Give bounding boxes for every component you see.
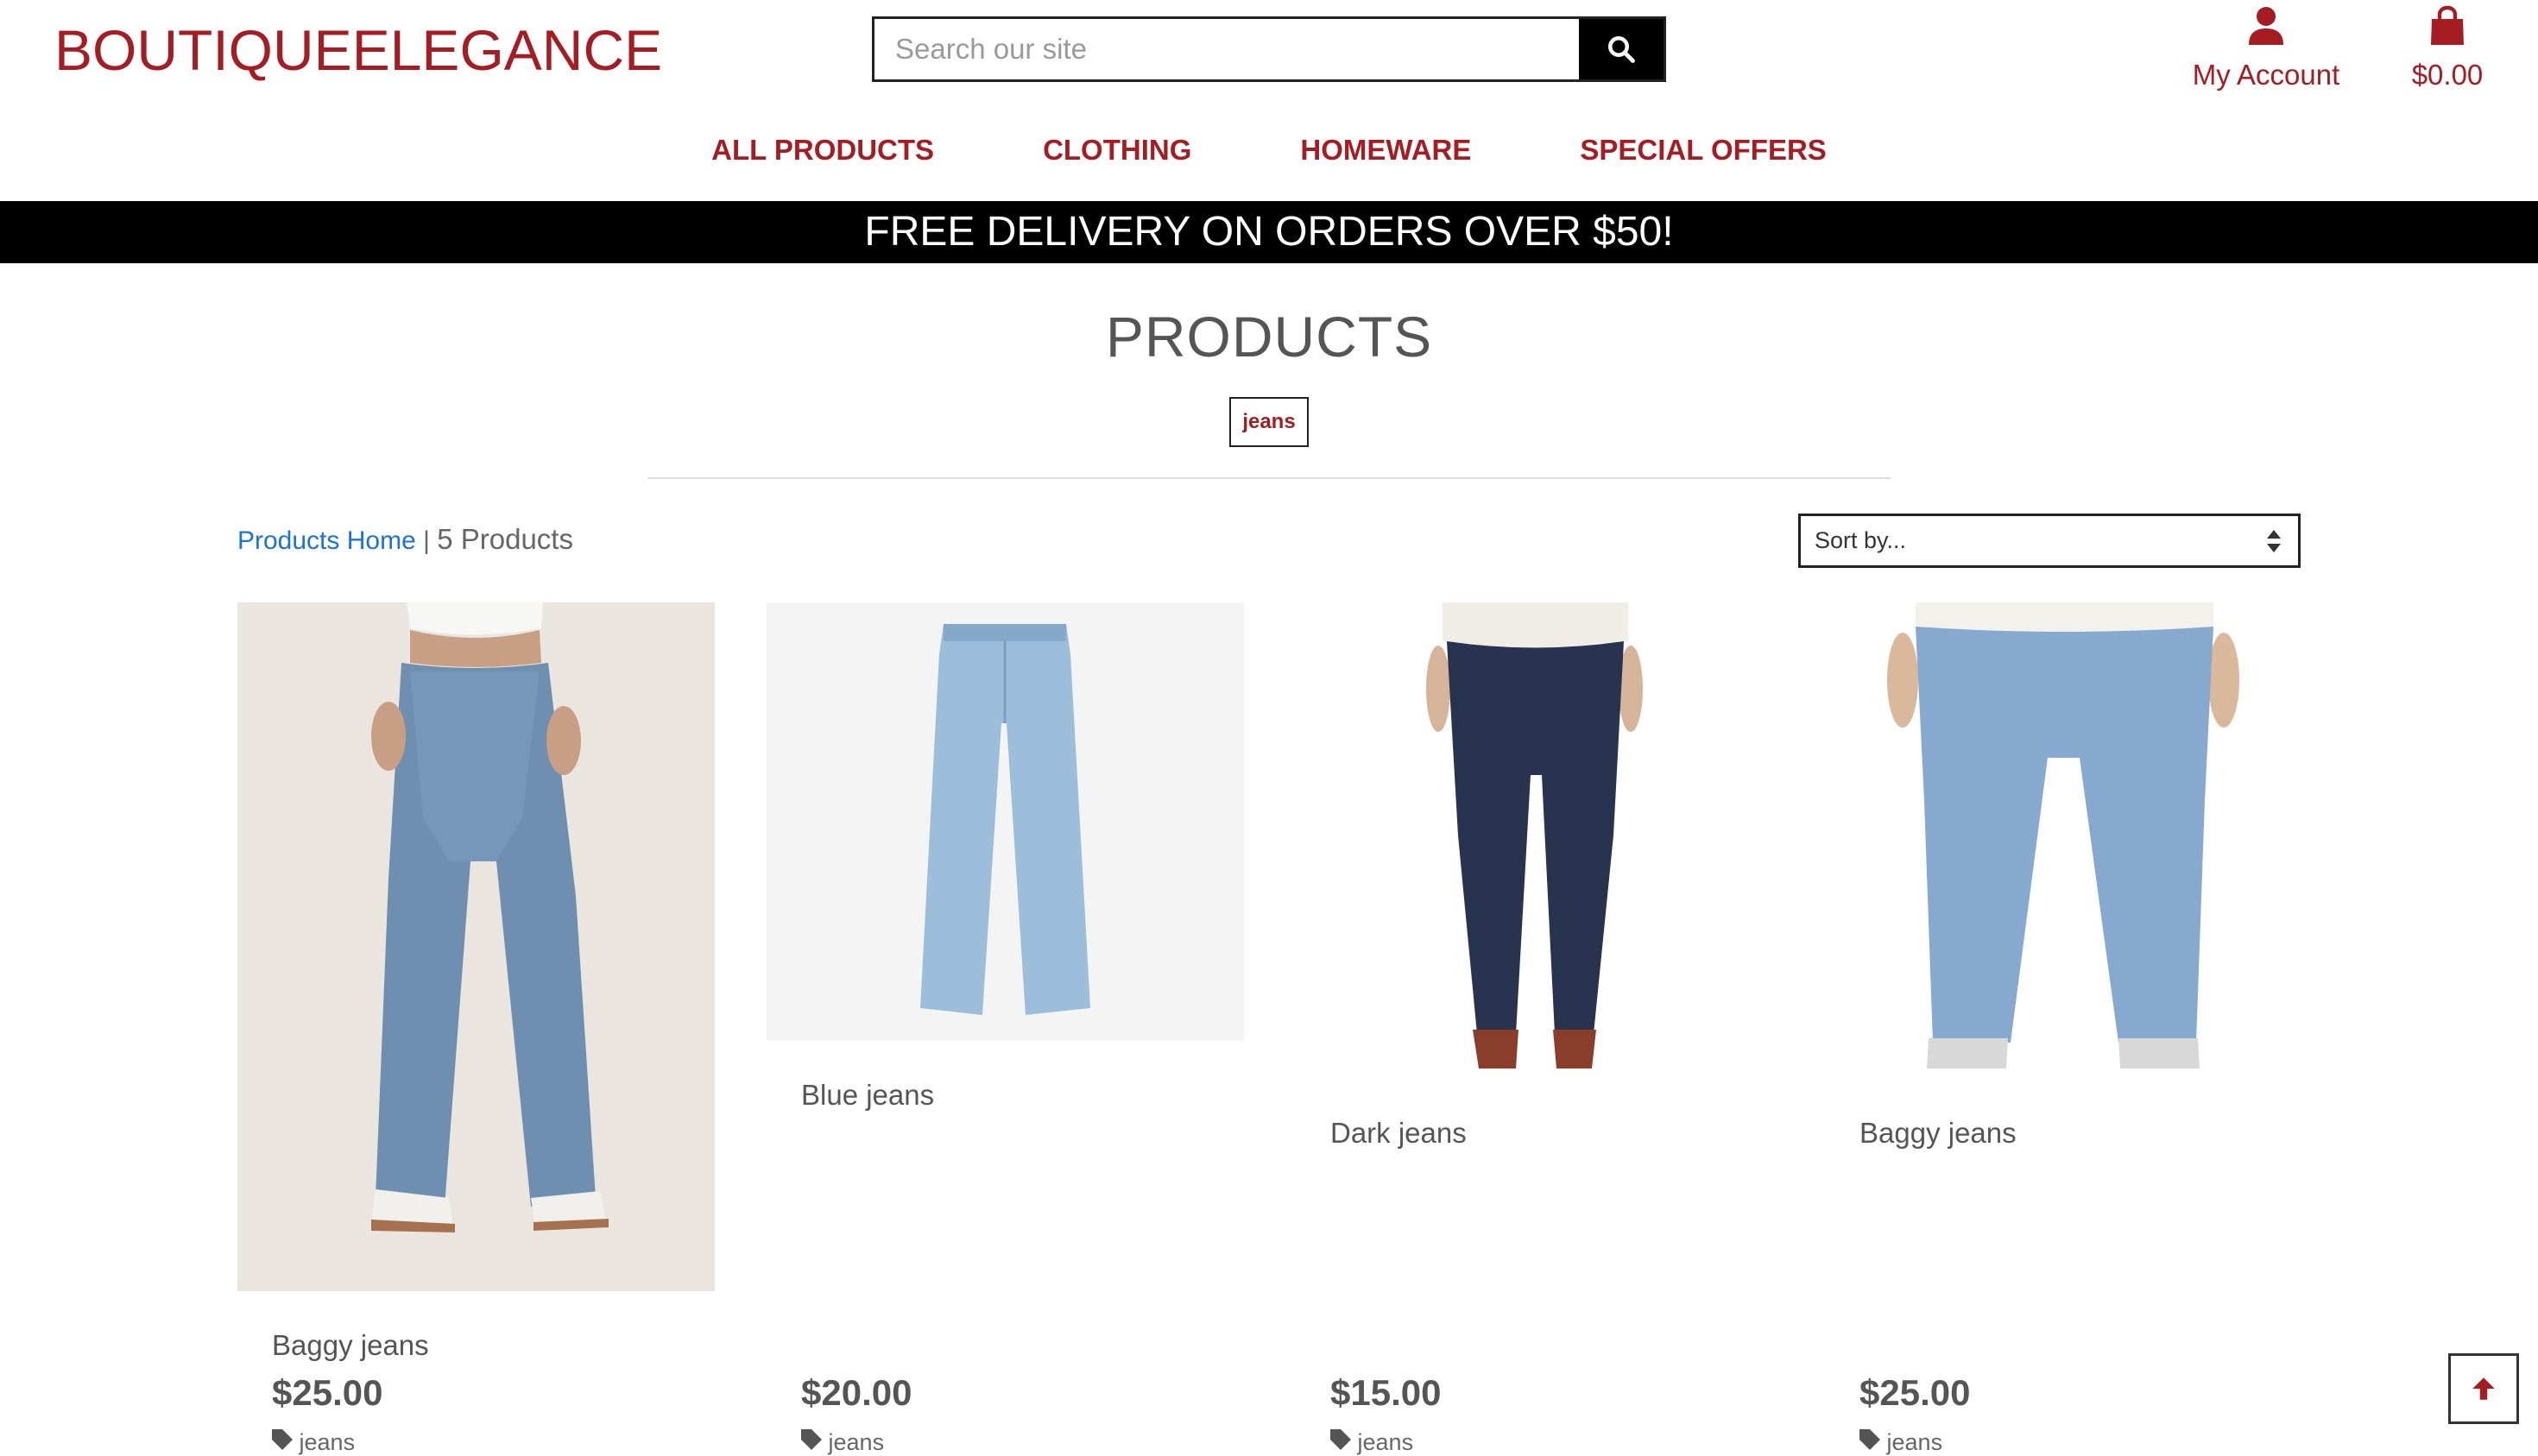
product-tag-label: jeans [1886,1429,1943,1455]
user-icon [2249,7,2283,45]
product-tag-label: jeans [299,1429,356,1455]
product-tag[interactable]: jeans [801,1429,884,1456]
product-card[interactable]: Dark jeans $15.00 jeans [1296,602,1773,1455]
nav-special-offers[interactable]: SPECIAL OFFERS [1580,134,1826,167]
product-price: $20.00 [801,1372,912,1413]
main-nav: ALL PRODUCTS CLOTHING HOMEWARE SPECIAL O… [0,134,2538,167]
product-card[interactable]: Baggy jeans $25.00 jeans [1825,602,2302,1455]
product-price: $25.00 [272,1372,383,1413]
page-title: PRODUCTS [1105,305,1433,369]
breadcrumb: Products Home | 5 Products [237,523,573,556]
search-icon [1608,36,1635,63]
cart-total: $0.00 [2411,59,2484,91]
product-card[interactable]: Blue jeans $20.00 jeans [767,602,1244,1455]
tag-icon [1859,1429,1880,1450]
product-image[interactable] [1296,602,1773,1079]
product-name[interactable]: Baggy jeans [272,1329,429,1362]
sort-label: Sort by... [1815,527,1907,553]
product-count: 5 Products [437,523,573,555]
product-tag[interactable]: jeans [1330,1429,1413,1456]
product-image[interactable] [1825,602,2302,1079]
tag-icon [1330,1429,1351,1450]
my-account-label: My Account [2192,59,2340,91]
product-image[interactable] [237,602,715,1291]
delivery-banner: FREE DELIVERY ON ORDERS OVER $50! [0,201,2538,263]
nav-clothing[interactable]: CLOTHING [1043,134,1191,167]
category-tag-jeans[interactable]: jeans [1229,397,1309,447]
search-button[interactable] [1579,19,1664,79]
product-name[interactable]: Blue jeans [801,1079,934,1112]
product-price: $15.00 [1330,1372,1442,1413]
cart-link[interactable]: $0.00 [2391,5,2503,91]
divider [647,477,1891,479]
product-tag-label: jeans [1357,1429,1414,1455]
my-account-link[interactable]: My Account [2184,5,2348,91]
site-logo[interactable]: BOUTIQUEELEGANCE [54,16,662,85]
nav-homeware[interactable]: HOMEWARE [1300,134,1471,167]
breadcrumb-separator: | [415,526,438,555]
product-price: $25.00 [1859,1372,1971,1413]
products-home-link[interactable]: Products Home [237,526,416,555]
tag-icon [272,1429,293,1450]
tag-icon [801,1429,822,1450]
product-card[interactable]: Baggy jeans $25.00 jeans [237,602,715,1455]
product-tag[interactable]: jeans [1859,1429,1942,1456]
product-name[interactable]: Dark jeans [1330,1117,1467,1150]
sort-select[interactable]: Sort by... [1798,514,2301,568]
nav-all-products[interactable]: ALL PRODUCTS [711,134,934,167]
search-form [872,16,1666,82]
product-name[interactable]: Baggy jeans [1859,1117,2017,1150]
search-input[interactable] [874,19,1579,79]
product-tag-label: jeans [828,1429,885,1455]
arrow-up-icon [2472,1377,2495,1400]
shopping-bag-icon [2431,5,2464,45]
sort-arrows-icon [2267,529,2281,552]
back-to-top-button[interactable] [2448,1353,2519,1424]
product-tag[interactable]: jeans [272,1429,355,1456]
product-image[interactable] [767,602,1244,1041]
